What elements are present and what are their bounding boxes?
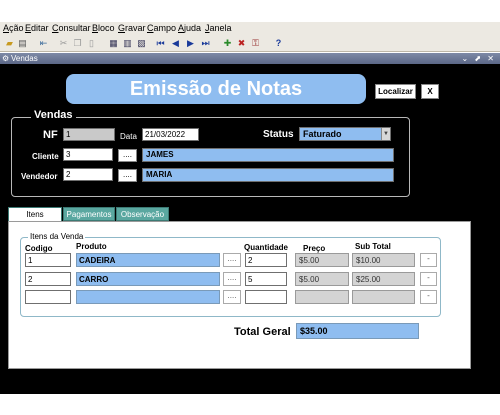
lock-record-icon[interactable]: ⚿ (250, 38, 261, 49)
nf-label: NF (43, 129, 58, 141)
execute-query-icon[interactable]: ▥ (122, 38, 133, 49)
vendedor-name-field[interactable]: MARIA (142, 168, 394, 182)
menu-bloco[interactable]: Bloco (92, 23, 115, 33)
row3-remove-button[interactable]: - (420, 290, 437, 304)
exit-icon[interactable]: ⇤ (38, 38, 49, 49)
row2-remove-button[interactable]: - (420, 272, 437, 286)
menu-campo[interactable]: Campo (147, 23, 176, 33)
row3-subtotal (352, 290, 415, 304)
menu-ajuda[interactable]: Ajuda (178, 23, 201, 33)
row1-codigo[interactable]: 1 (25, 253, 71, 267)
menu-editar[interactable]: Editar (25, 23, 49, 33)
row3-codigo[interactable] (25, 290, 71, 304)
menu-acao[interactable]: Ação (3, 23, 24, 33)
row3-quantidade[interactable] (245, 290, 287, 304)
items-legend: Itens da Venda (28, 232, 86, 241)
insert-record-icon[interactable]: ✚ (222, 38, 233, 49)
nf-field[interactable]: 1 (63, 128, 115, 141)
window-icon: ⚙ (2, 54, 10, 63)
row3-lookup-button[interactable]: .... (223, 290, 241, 304)
toolbar: ▰ ▤ ⇤ ✂ ❐ ▯ ▦ ▥ ▧ ⏮ ◀ ▶ ⏭ ✚ ✖ ⚿ ? (0, 36, 500, 52)
next-record-icon[interactable]: ▶ (185, 38, 196, 49)
row1-lookup-button[interactable]: .... (223, 253, 241, 267)
open-folder-icon[interactable]: ▰ (4, 38, 15, 49)
close-button[interactable]: X (421, 84, 439, 99)
cut-icon[interactable]: ✂ (58, 38, 69, 49)
status-label: Status (263, 129, 294, 140)
status-value: Faturado (303, 129, 342, 139)
cliente-lookup-button[interactable]: .... (118, 149, 137, 162)
first-record-icon[interactable]: ⏮ (155, 38, 166, 49)
row3-preco (295, 290, 349, 304)
vendedor-lookup-button[interactable]: .... (118, 169, 137, 182)
row2-quantidade[interactable]: 5 (245, 272, 287, 286)
window-titlebar: ⚙ Vendas ⌄ ⬈ ✕ (0, 53, 500, 64)
row2-subtotal: $25.00 (352, 272, 415, 286)
window-title: Vendas (11, 54, 38, 63)
delete-record-icon[interactable]: ✖ (236, 38, 247, 49)
row2-lookup-button[interactable]: .... (223, 272, 241, 286)
tab-pagamentos[interactable]: Pagamentos (63, 207, 115, 221)
query-icon[interactable]: ▦ (108, 38, 119, 49)
header-quantidade: Quantidade (244, 243, 289, 252)
row1-subtotal: $10.00 (352, 253, 415, 267)
menu-gravar[interactable]: Gravar (118, 23, 146, 33)
total-geral-value: $35.00 (296, 323, 419, 339)
copy-icon[interactable]: ❐ (72, 38, 83, 49)
vendedor-code-field[interactable]: 2 (63, 168, 113, 181)
cliente-name-field[interactable]: JAMES (142, 148, 394, 162)
window-controls-icon[interactable]: ⌄ ⬈ ✕ (461, 53, 496, 64)
vendedor-label: Vendedor (21, 172, 58, 181)
row3-produto[interactable] (76, 290, 220, 304)
paste-icon[interactable]: ▯ (86, 38, 97, 49)
row1-produto[interactable]: CADEIRA (76, 253, 220, 267)
menu-consultar[interactable]: Consultar (52, 23, 91, 33)
chevron-down-icon[interactable]: ▼ (381, 128, 390, 140)
page-title: Emissão de Notas (66, 74, 366, 104)
vendas-legend: Vendas (31, 109, 76, 121)
row1-remove-button[interactable]: - (420, 253, 437, 267)
row2-codigo[interactable]: 2 (25, 272, 71, 286)
localizar-button[interactable]: Localizar (375, 84, 416, 99)
prev-record-icon[interactable]: ◀ (170, 38, 181, 49)
cliente-label: Cliente (32, 152, 59, 161)
row2-produto[interactable]: CARRO (76, 272, 220, 286)
header-produto: Produto (76, 242, 107, 251)
tab-itens[interactable]: Itens (8, 207, 62, 222)
help-icon[interactable]: ? (273, 38, 284, 49)
status-select[interactable]: Faturado ▼ (299, 127, 391, 141)
header-preco: Preço (303, 244, 326, 253)
data-label: Data (120, 132, 137, 141)
last-record-icon[interactable]: ⏭ (200, 38, 211, 49)
row1-preco: $5.00 (295, 253, 349, 267)
header-subtotal: Sub Total (355, 242, 391, 251)
menu-bar: Ação Editar Consultar Bloco Gravar Campo… (0, 22, 500, 36)
header-codigo: Codigo (25, 244, 53, 253)
row2-preco: $5.00 (295, 272, 349, 286)
row1-quantidade[interactable]: 2 (245, 253, 287, 267)
cliente-code-field[interactable]: 3 (63, 148, 113, 161)
data-field[interactable]: 21/03/2022 (142, 128, 199, 141)
tab-observacao[interactable]: Observação (116, 207, 169, 221)
menu-janela[interactable]: Janela (205, 23, 232, 33)
print-icon[interactable]: ▤ (17, 38, 28, 49)
cancel-query-icon[interactable]: ▧ (136, 38, 147, 49)
total-geral-label: Total Geral (234, 326, 291, 338)
